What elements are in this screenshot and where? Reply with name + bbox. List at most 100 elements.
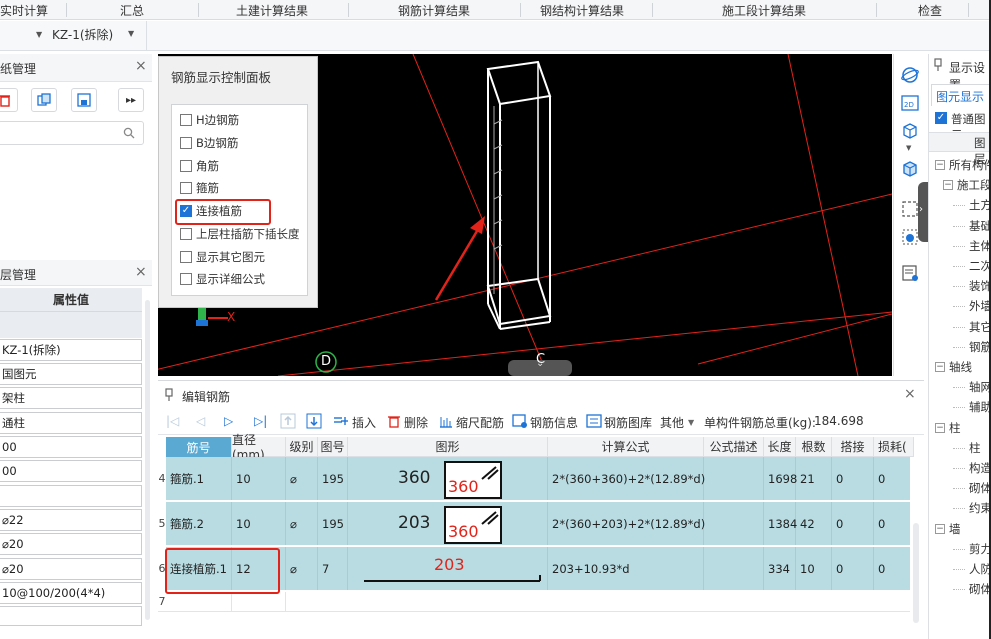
component-dropdown[interactable]: KZ-1(拆除) ▼ xyxy=(52,26,140,46)
tree-item[interactable]: 外墙 xyxy=(969,298,991,314)
col-header-lap[interactable]: 搭接 xyxy=(832,437,874,457)
checkbox[interactable] xyxy=(180,160,192,172)
cell-lap[interactable]: 0 xyxy=(832,457,874,500)
table-row[interactable]: 7 xyxy=(158,592,910,612)
col-header-formula[interactable]: 计算公式 xyxy=(548,437,704,457)
tree-item[interactable]: 墙 xyxy=(949,521,961,537)
tree-collapse-toggle[interactable]: − xyxy=(935,362,945,372)
tree-item[interactable]: 基础 xyxy=(969,218,991,234)
property-value[interactable]: 通柱 xyxy=(0,412,142,434)
option-b-side-rebar[interactable]: B边钢筋 xyxy=(180,134,238,152)
close-icon[interactable]: × xyxy=(135,264,147,280)
tree-collapse-toggle[interactable]: − xyxy=(935,423,945,433)
option-h-side-rebar[interactable]: H边钢筋 xyxy=(180,111,239,129)
checkbox-checked[interactable]: ✓ xyxy=(935,112,947,124)
more-button[interactable]: ▸▸ xyxy=(118,88,144,112)
property-value[interactable]: 00 xyxy=(0,460,142,482)
cell-formula-desc[interactable] xyxy=(704,502,764,545)
chevron-down-icon[interactable]: ⌄ xyxy=(536,358,544,369)
property-value[interactable] xyxy=(0,485,142,507)
tab-civil-results[interactable]: 土建计算结果 xyxy=(236,2,308,19)
last-record-icon[interactable]: ▷| xyxy=(254,414,267,428)
col-header-count[interactable]: 根数 xyxy=(796,437,832,457)
scale-config-button[interactable]: 缩尺配筋 xyxy=(456,414,504,431)
tree-item[interactable]: 轴线 xyxy=(949,359,972,375)
cell-diameter[interactable]: 10 xyxy=(232,502,286,545)
tree-item[interactable]: 施工段 xyxy=(957,177,991,193)
tab-rebar-results[interactable]: 钢筋计算结果 xyxy=(398,2,470,19)
cell-grade[interactable]: ⌀ xyxy=(286,502,318,545)
checkbox[interactable] xyxy=(180,137,192,149)
col-header-diameter[interactable]: 直径(mm) xyxy=(232,433,286,462)
cell-formula[interactable]: 2*(360+360)+2*(12.89*d) xyxy=(548,457,705,500)
tree-item[interactable]: 土方 xyxy=(969,197,991,213)
tree-item[interactable]: 构造 xyxy=(969,460,991,476)
property-value[interactable]: ⌀22 xyxy=(0,509,142,531)
cube-icon[interactable] xyxy=(899,120,921,142)
tree-item[interactable]: 二次 xyxy=(969,258,991,274)
cell-grade[interactable]: ⌀ xyxy=(286,457,318,500)
tree-item[interactable]: 其它 xyxy=(969,319,991,335)
col-header-loss[interactable]: 损耗( xyxy=(874,437,914,457)
cell-shape[interactable]: 203 xyxy=(348,547,548,590)
close-icon[interactable]: × xyxy=(135,58,147,74)
checkbox[interactable] xyxy=(180,273,192,285)
layer-dropdown[interactable]: ▼ xyxy=(36,26,42,46)
collapse-handle[interactable]: › xyxy=(918,182,928,242)
first-record-icon[interactable]: |◁ xyxy=(166,414,179,428)
col-header-bar-no[interactable]: 筋号 xyxy=(166,437,232,457)
tab-steel-results[interactable]: 钢结构计算结果 xyxy=(540,2,624,19)
cell-loss[interactable]: 0 xyxy=(874,547,910,590)
cell-bar-no[interactable] xyxy=(166,592,232,611)
property-value[interactable]: 00 xyxy=(0,436,142,458)
cell-shape[interactable]: 360 360 xyxy=(348,457,548,500)
col-header-fig-no[interactable]: 图号 xyxy=(318,437,348,457)
tree-item[interactable]: 砌体 xyxy=(969,581,991,597)
cell-fig-no[interactable]: 7 xyxy=(318,547,348,590)
table-row[interactable]: 4 箍筋.1 10 ⌀ 195 360 360 2*(360+360)+2*(1… xyxy=(158,457,910,501)
delete-button[interactable]: 删除 xyxy=(404,414,428,431)
tree-item[interactable]: 辅助 xyxy=(969,399,991,415)
insert-button[interactable]: 插入 xyxy=(352,414,376,431)
col-header-formula-desc[interactable]: 公式描述 xyxy=(704,437,764,457)
cell-lap[interactable]: 0 xyxy=(832,547,874,590)
cell-grade[interactable]: ⌀ xyxy=(286,547,318,590)
other-dropdown[interactable]: 其他 xyxy=(660,414,684,431)
cell-lap[interactable]: 0 xyxy=(832,502,874,545)
tree-item[interactable]: 轴网 xyxy=(969,379,991,395)
tree-item[interactable]: 砌体 xyxy=(969,480,991,496)
tree-collapse-toggle[interactable]: − xyxy=(943,180,953,190)
tree-collapse-toggle[interactable]: − xyxy=(935,524,945,534)
cell-length[interactable]: 334 xyxy=(764,547,796,590)
cell-diameter[interactable] xyxy=(232,592,286,611)
col-header-shape[interactable]: 图形 xyxy=(348,437,548,457)
cell-fig-no[interactable]: 195 xyxy=(318,502,348,545)
tree-item[interactable]: 钢筋 xyxy=(969,339,991,355)
option-corner-rebar[interactable]: 角筋 xyxy=(180,157,219,175)
view-2d-icon[interactable]: 2D xyxy=(899,92,921,114)
chevron-down-icon[interactable]: ▼ xyxy=(906,144,911,152)
property-value[interactable]: 架柱 xyxy=(0,387,142,409)
cell-formula[interactable]: 203+10.93*d xyxy=(548,547,704,590)
cell-length[interactable]: 1384 xyxy=(764,502,797,545)
checkbox[interactable] xyxy=(180,228,192,240)
property-value[interactable]: 国图元 xyxy=(0,363,142,385)
tree-item[interactable]: 剪力 xyxy=(969,541,991,557)
tab-element-display[interactable]: 图元显示 xyxy=(931,84,991,106)
property-value[interactable]: ⌀20 xyxy=(0,533,142,555)
rebar-library-button[interactable]: 钢筋图库 xyxy=(604,414,652,431)
next-record-icon[interactable]: ▷ xyxy=(224,414,233,428)
property-value[interactable]: 10@100/200(4*4) xyxy=(0,582,142,604)
cell-loss[interactable]: 0 xyxy=(874,502,910,545)
rebar-info-button[interactable]: 钢筋信息 xyxy=(530,414,578,431)
cell-formula-desc[interactable] xyxy=(704,547,764,590)
cell-shape[interactable]: 203 360 xyxy=(348,502,548,545)
table-row[interactable]: 5 箍筋.2 10 ⌀ 195 203 360 2*(360+203)+2*(1… xyxy=(158,502,910,546)
tree-item[interactable]: 约束 xyxy=(969,500,991,516)
cell-count[interactable]: 42 xyxy=(796,502,832,545)
normal-element-checkbox[interactable]: ✓ 普通图元 xyxy=(935,110,991,142)
tree-item[interactable]: 人防 xyxy=(969,561,991,577)
cell-formula-desc[interactable] xyxy=(704,457,764,500)
property-value[interactable]: KZ-1(拆除) xyxy=(0,339,142,361)
close-icon[interactable]: × xyxy=(904,386,916,402)
